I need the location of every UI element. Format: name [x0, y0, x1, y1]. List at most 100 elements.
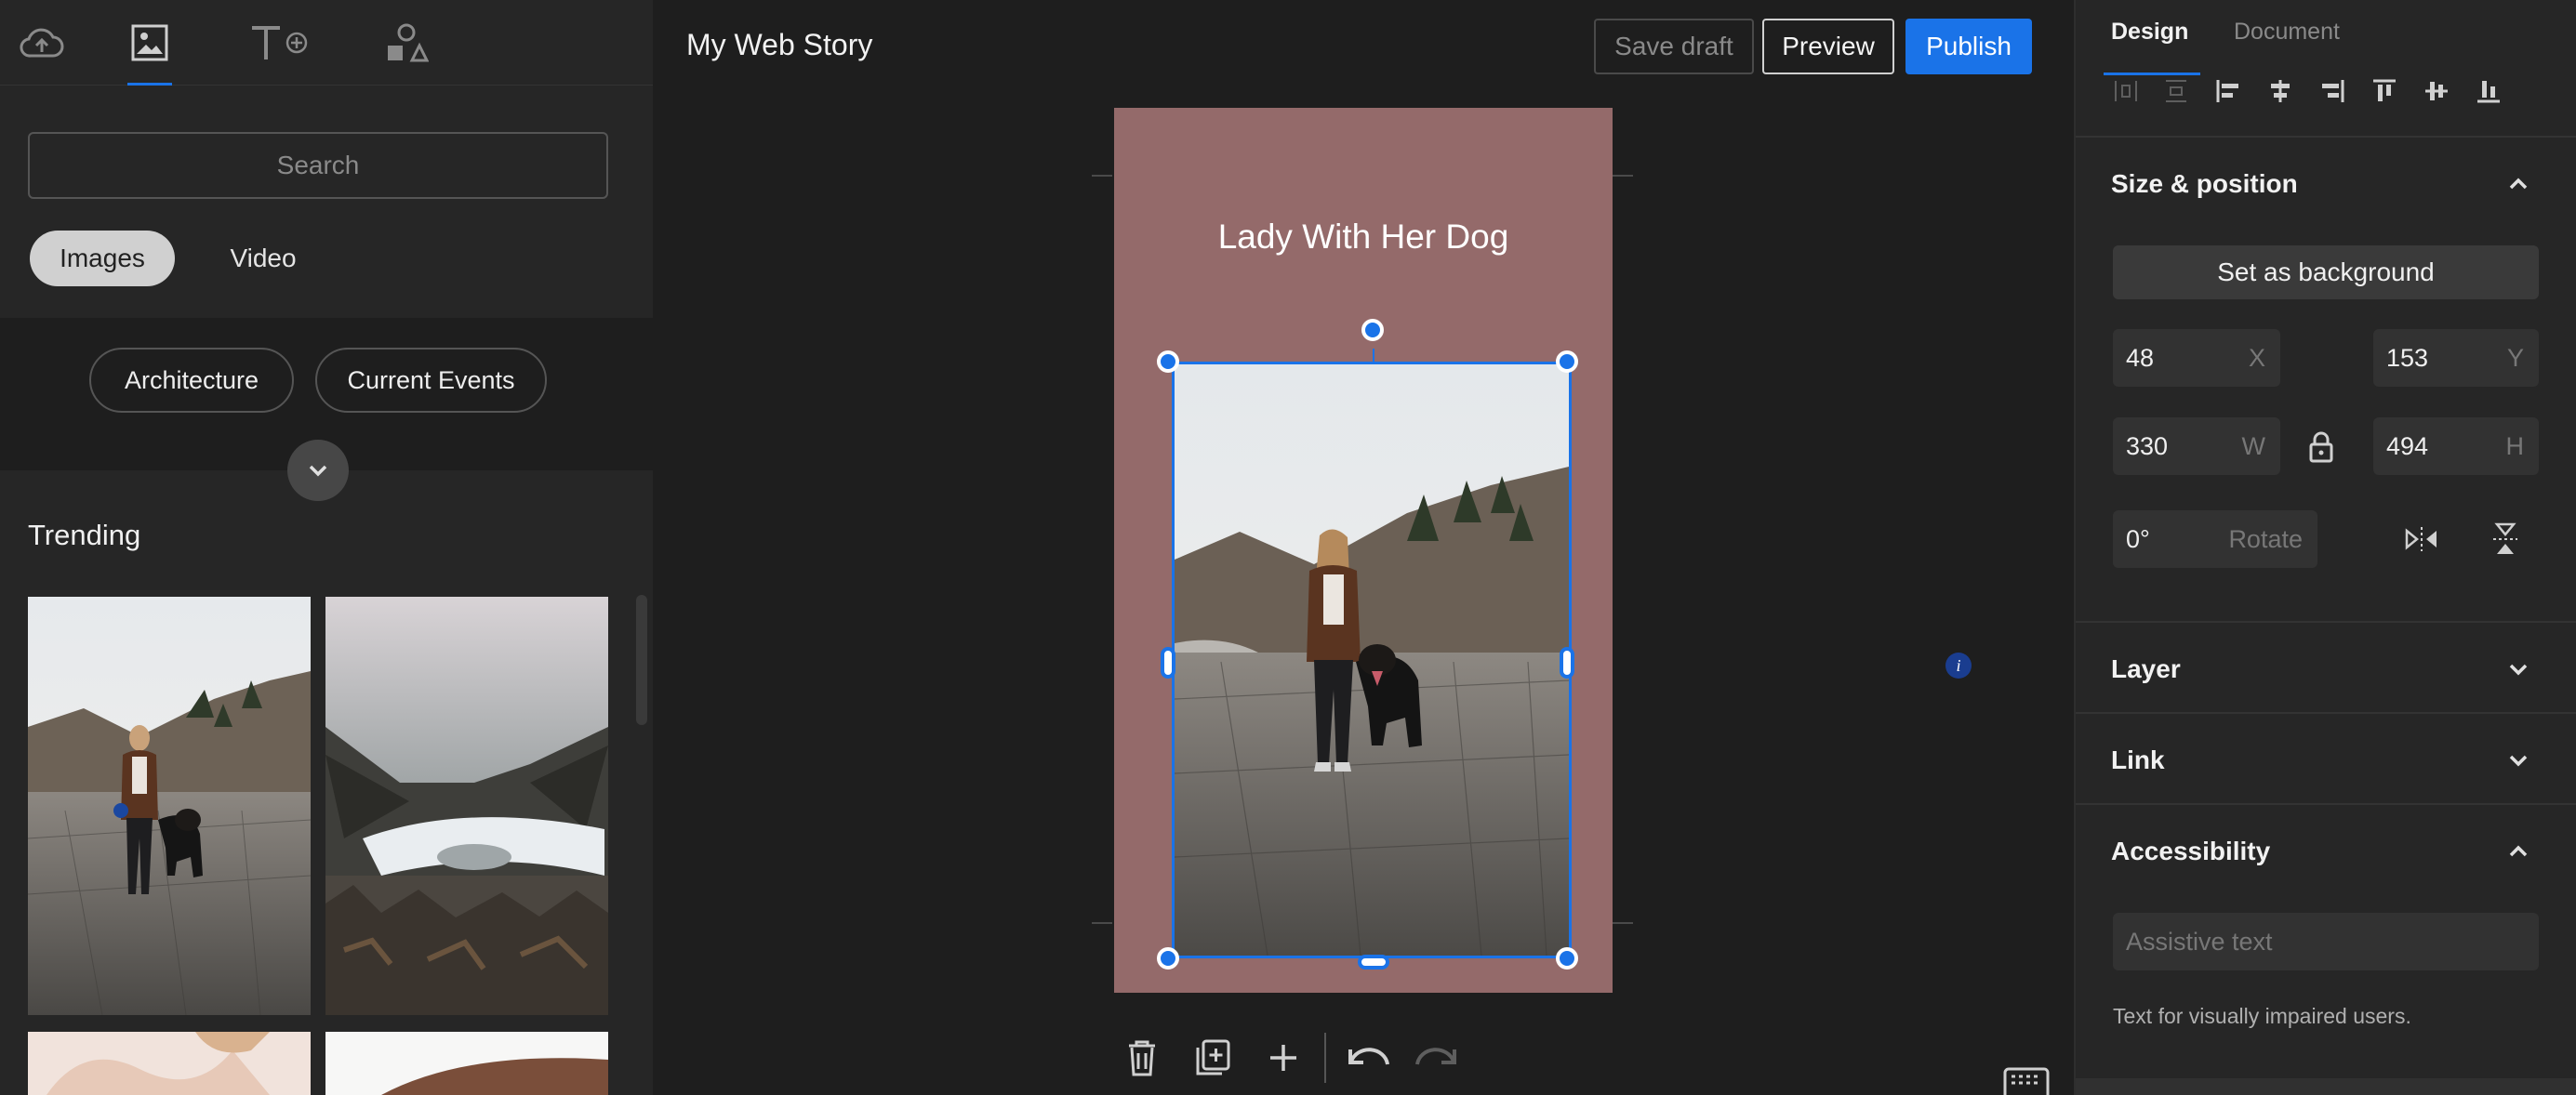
- bottom-toolbar: [1107, 1026, 1473, 1089]
- redo-icon: [1415, 1048, 1456, 1065]
- layer-section: Layer: [2076, 621, 2576, 712]
- selected-image-element[interactable]: [1172, 362, 1572, 958]
- chevron-down-icon: [309, 465, 327, 477]
- info-icon[interactable]: i: [1945, 653, 1972, 679]
- align-middle-icon: [2425, 82, 2448, 100]
- y-position-field[interactable]: 153 Y: [2373, 329, 2539, 387]
- safe-zone-marker: [1092, 922, 1112, 924]
- rotate-value: 0°: [2126, 525, 2150, 553]
- tab-document[interactable]: Document: [2234, 19, 2340, 46]
- align-center-button[interactable]: [2258, 74, 2303, 108]
- media-type-video[interactable]: Video: [205, 231, 322, 286]
- trending-heading: Trending: [28, 519, 141, 551]
- library-scrollbar[interactable]: [636, 595, 647, 725]
- tab-upload[interactable]: [0, 0, 84, 86]
- library-tabs: [0, 0, 653, 86]
- undo-button[interactable]: [1332, 1026, 1402, 1089]
- set-as-background-button[interactable]: Set as background: [2113, 245, 2539, 299]
- resize-handle-bottom-right[interactable]: [1556, 947, 1578, 970]
- tab-shapes[interactable]: [365, 0, 448, 86]
- story-page[interactable]: Lady With Her Dog: [1114, 108, 1613, 993]
- accessibility-heading[interactable]: Accessibility: [2111, 837, 2270, 866]
- flip-horizontal-icon: [2405, 527, 2437, 551]
- media-thumbnail[interactable]: [325, 597, 608, 1015]
- redo-button[interactable]: [1402, 1026, 1473, 1089]
- rotate-label: Rotate: [2228, 525, 2303, 553]
- library-panel: Images Video Architecture Current Events…: [0, 0, 653, 1095]
- undo-icon: [1348, 1048, 1389, 1065]
- assistive-text-input[interactable]: [2113, 913, 2539, 970]
- resize-handle-right[interactable]: [1560, 647, 1574, 679]
- chevron-down-icon[interactable]: [2503, 654, 2533, 684]
- publish-button[interactable]: Publish: [1905, 19, 2032, 74]
- width-field[interactable]: 330 W: [2113, 417, 2280, 475]
- y-value: 153: [2386, 344, 2429, 372]
- media-thumbnail[interactable]: [28, 597, 311, 1015]
- align-bottom-button[interactable]: [2466, 74, 2511, 108]
- add-page-button[interactable]: [1248, 1026, 1319, 1089]
- preview-button[interactable]: Preview: [1762, 19, 1894, 74]
- story-title[interactable]: My Web Story: [686, 28, 872, 62]
- distribute-horizontal-button[interactable]: [2104, 74, 2148, 108]
- resize-handle-top-right[interactable]: [1556, 350, 1578, 373]
- rotate-handle[interactable]: [1361, 319, 1384, 341]
- x-label: X: [2248, 344, 2265, 372]
- text-icon: [252, 26, 308, 59]
- resize-handle-bottom[interactable]: [1358, 955, 1389, 970]
- tab-text[interactable]: [234, 0, 324, 86]
- delete-icon: [1129, 1040, 1155, 1076]
- snowy-ravine-image: [325, 597, 608, 1015]
- beach-image: [325, 1032, 608, 1095]
- y-label: Y: [2506, 344, 2524, 372]
- assistive-text-hint: Text for visually impaired users.: [2113, 1004, 2411, 1028]
- delete-button[interactable]: [1107, 1026, 1177, 1089]
- media-thumbnail[interactable]: [325, 1032, 608, 1095]
- layer-heading[interactable]: Layer: [2111, 654, 2181, 684]
- rotate-field[interactable]: 0° Rotate: [2113, 510, 2317, 568]
- align-bottom-icon: [2477, 81, 2500, 103]
- resize-handle-left[interactable]: [1161, 647, 1175, 679]
- media-search-input[interactable]: [28, 132, 608, 199]
- category-chip-current-events[interactable]: Current Events: [315, 348, 547, 413]
- category-chip-architecture[interactable]: Architecture: [89, 348, 294, 413]
- distribute-horizontal-icon: [2115, 81, 2137, 101]
- align-middle-button[interactable]: [2414, 74, 2459, 108]
- chevron-up-icon[interactable]: [2503, 837, 2533, 866]
- expand-categories-button[interactable]: [287, 440, 349, 501]
- link-heading[interactable]: Link: [2111, 745, 2165, 775]
- abstract-image: [28, 1032, 311, 1095]
- chevron-up-icon[interactable]: [2503, 169, 2533, 199]
- tab-design[interactable]: Design: [2111, 19, 2188, 46]
- save-draft-button[interactable]: Save draft: [1594, 19, 1754, 74]
- media-thumbnail[interactable]: [28, 1032, 311, 1095]
- duplicate-button[interactable]: [1177, 1026, 1248, 1089]
- chevron-down-icon[interactable]: [2503, 745, 2533, 775]
- distribute-vertical-icon: [2166, 80, 2186, 102]
- height-value: 494: [2386, 432, 2429, 460]
- keyboard-shortcuts-button[interactable]: [2003, 1067, 2050, 1095]
- link-section: Link: [2076, 712, 2576, 803]
- tab-media[interactable]: [108, 0, 192, 86]
- x-position-field[interactable]: 48 X: [2113, 329, 2280, 387]
- duplicate-icon: [1196, 1039, 1230, 1075]
- design-panel: Design Document Size & position Set as b…: [2074, 0, 2576, 1095]
- page-title-text[interactable]: Lady With Her Dog: [1114, 218, 1613, 257]
- flip-horizontal-button[interactable]: [2403, 521, 2440, 558]
- distribute-vertical-button[interactable]: [2154, 74, 2198, 108]
- height-field[interactable]: 494 H: [2373, 417, 2539, 475]
- resize-handle-bottom-left[interactable]: [1157, 947, 1179, 970]
- lady-dog-image: [1175, 364, 1569, 956]
- flip-vertical-button[interactable]: [2487, 521, 2524, 558]
- align-top-button[interactable]: [2362, 74, 2407, 108]
- media-type-images[interactable]: Images: [30, 231, 175, 286]
- resize-handle-top-left[interactable]: [1157, 350, 1179, 373]
- lock-ratio-icon[interactable]: [2308, 431, 2334, 463]
- align-left-button[interactable]: [2206, 74, 2251, 108]
- x-value: 48: [2126, 344, 2155, 372]
- width-value: 330: [2126, 432, 2169, 460]
- align-right-button[interactable]: [2310, 74, 2355, 108]
- shapes-icon: [388, 23, 429, 62]
- size-position-heading[interactable]: Size & position: [2111, 169, 2298, 199]
- safe-zone-marker: [1092, 175, 1112, 177]
- height-label: H: [2505, 432, 2525, 460]
